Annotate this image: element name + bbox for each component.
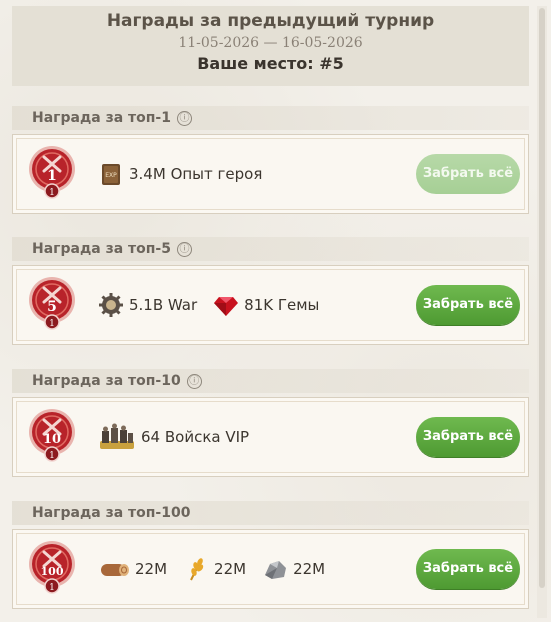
tournament-dates: 11-05-2026 — 16-05-2026: [178, 35, 363, 51]
rank-medal-icon: 100 1: [29, 541, 75, 594]
tournament-header: Награды за предыдущий турнир 11-05-2026 …: [12, 6, 529, 86]
reward-section-top1: Награда за топ-1 ⓘ 1 1 EXP 3.4M Опыт гер…: [12, 106, 529, 214]
your-place: Ваше место: #5: [197, 54, 344, 73]
section-title: Награда за топ-1: [32, 110, 171, 126]
reward-amount: 22M: [135, 560, 168, 578]
reward-card: 100 1 22M 22M 22M Забрать всё: [12, 529, 529, 609]
medal-rank: 1: [47, 168, 57, 184]
medal-level: 1: [49, 319, 55, 329]
reward-amount: 81K Гемы: [244, 296, 320, 314]
gem-icon: [214, 297, 239, 316]
reward-item: 81K Гемы: [213, 292, 319, 318]
rank-medal-icon: 10 1: [29, 409, 75, 462]
reward-amount: 3.4M Опыт героя: [129, 165, 263, 183]
info-icon[interactable]: ⓘ: [177, 110, 192, 126]
reward-amount: 5.1B War: [129, 296, 198, 314]
reward-card: 5 1 5.1B War 81K Гемы Забрать всё: [12, 265, 529, 345]
troops-icon: [100, 423, 134, 449]
reward-list: EXP 3.4M Опыт героя: [98, 135, 278, 213]
medal-rank: 5: [47, 299, 57, 315]
claim-all-button[interactable]: Забрать всё: [416, 154, 520, 194]
section-title: Награда за топ-10: [32, 373, 181, 389]
medal-rank: 100: [41, 565, 64, 578]
svg-text:EXP: EXP: [105, 172, 117, 179]
section-title: Награда за топ-5: [32, 241, 171, 257]
claim-all-button[interactable]: Забрать всё: [416, 285, 520, 325]
reward-section-top100: Награда за топ-100 100 1 22M 22M 22M Заб…: [12, 501, 529, 609]
claim-all-button[interactable]: Забрать всё: [416, 417, 520, 457]
info-icon[interactable]: ⓘ: [177, 241, 192, 257]
claim-all-button[interactable]: Забрать всё: [416, 549, 520, 589]
reward-item: 22M: [262, 556, 325, 582]
reward-list: 22M 22M 22M: [98, 530, 341, 608]
reward-item: 22M: [183, 556, 246, 582]
wheat-icon: [190, 558, 204, 581]
reward-card: 10 1 64 Войска VIP Забрать всё: [12, 397, 529, 477]
rank-medal-icon: 5 1: [29, 277, 75, 330]
scrollbar[interactable]: [537, 6, 547, 618]
rank-medal-icon: 1 1: [29, 146, 75, 199]
reward-amount: 64 Войска VIP: [141, 428, 250, 446]
header-title: Награды за предыдущий турнир: [106, 11, 435, 31]
reward-item: 22M: [98, 556, 167, 582]
reward-item: EXP 3.4M Опыт героя: [98, 161, 262, 187]
medal-level: 1: [49, 583, 55, 593]
medal-level: 1: [49, 188, 55, 198]
exp-book-icon: EXP: [102, 164, 120, 185]
section-title: Награда за топ-100: [32, 505, 191, 521]
reward-card: 1 1 EXP 3.4M Опыт героя Забрать всё: [12, 134, 529, 214]
reward-amount: 22M: [293, 560, 326, 578]
wood-log-icon: [101, 564, 129, 576]
info-icon[interactable]: ⓘ: [186, 373, 202, 389]
reward-list: 5.1B War 81K Гемы: [98, 266, 335, 344]
scrollbar-thumb[interactable]: [539, 8, 545, 588]
reward-list: 64 Войска VIP: [98, 398, 265, 476]
medal-level: 1: [49, 451, 55, 461]
reward-amount: 22M: [214, 560, 247, 578]
reward-item: 5.1B War: [98, 292, 197, 318]
war-gear-icon: [99, 293, 123, 317]
reward-section-top5: Награда за топ-5 ⓘ 5 1 5.1B War 81K Гемы…: [12, 237, 529, 345]
reward-section-top10: Награда за топ-10 ⓘ 10 1 64 Войска VIP З…: [12, 369, 529, 477]
medal-rank: 10: [43, 432, 61, 447]
stone-icon: [265, 561, 287, 579]
reward-item: 64 Войска VIP: [98, 423, 249, 451]
